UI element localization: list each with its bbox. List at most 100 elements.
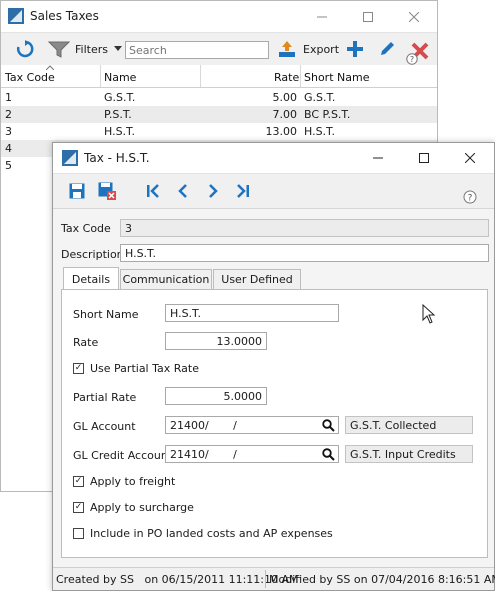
front-titlebar[interactable]: Tax - H.S.T. xyxy=(53,143,494,173)
export-icon-button[interactable] xyxy=(277,39,297,59)
tax-detail-window: Tax - H.S.T. ? Tax Code 3 Description H.… xyxy=(52,142,495,591)
back-window-title: Sales Taxes xyxy=(30,9,99,23)
chevron-left-icon xyxy=(178,184,187,198)
surcharge-label: Apply to surcharge xyxy=(90,501,194,514)
minimize-button[interactable] xyxy=(299,1,345,32)
export-icon xyxy=(279,41,295,57)
tab-communication[interactable]: Communication xyxy=(120,269,212,289)
save-close-icon xyxy=(98,182,116,200)
cell-tax-code: 4 xyxy=(5,142,12,155)
rate-label: Rate xyxy=(73,336,99,349)
tab-details[interactable]: Details xyxy=(63,267,119,290)
cell-rate: 13.00 xyxy=(265,125,298,138)
tax-code-field[interactable]: 3 xyxy=(120,219,489,237)
filters-label[interactable]: Filters xyxy=(75,43,108,56)
short-name-label: Short Name xyxy=(73,308,139,321)
landed-cost-label: Include in PO landed costs and AP expens… xyxy=(90,527,333,540)
tab-user-defined[interactable]: User Defined xyxy=(213,269,301,289)
back-titlebar[interactable]: Sales Taxes xyxy=(1,1,437,32)
help-icon[interactable]: ? xyxy=(463,190,477,204)
partial-rate-label: Partial Rate xyxy=(73,391,137,404)
column-header-short-name[interactable]: Short Name xyxy=(304,71,369,84)
short-name-field[interactable]: H.S.T. xyxy=(165,304,339,322)
front-toolbar: ? xyxy=(53,173,494,209)
first-record-button[interactable] xyxy=(143,181,163,201)
details-panel: Short Name H.S.T. Rate 13.0000 ✓ Use Par… xyxy=(61,289,488,558)
partial-rate-field[interactable]: 5.0000 xyxy=(165,387,267,405)
app-icon xyxy=(8,8,24,24)
front-window-title: Tax - H.S.T. xyxy=(84,151,150,165)
minimize-button[interactable] xyxy=(355,143,401,173)
save-disk-icon xyxy=(69,183,85,199)
add-button[interactable] xyxy=(345,39,365,59)
column-separator xyxy=(300,65,301,87)
help-icon[interactable]: ? xyxy=(406,53,418,65)
freight-label: Apply to freight xyxy=(90,475,176,488)
modified-info: Modified by SS on 07/04/2016 8:16:51 AM xyxy=(269,573,495,586)
cell-short-name: H.S.T. xyxy=(304,125,335,138)
filter-button[interactable] xyxy=(47,39,71,59)
cell-rate: 5.00 xyxy=(272,91,298,104)
description-label: Description xyxy=(61,248,124,261)
first-record-icon xyxy=(147,184,159,198)
tax-code-label: Tax Code xyxy=(61,222,111,235)
freight-checkbox[interactable]: ✓ xyxy=(73,476,84,487)
maximize-icon xyxy=(419,153,429,163)
maximize-icon xyxy=(363,11,373,22)
table-row[interactable]: 1 G.S.T. 5.00 G.S.T. xyxy=(1,89,437,106)
close-icon xyxy=(465,153,475,163)
save-button[interactable] xyxy=(67,181,87,201)
gl-account-description: G.S.T. Collected xyxy=(345,416,473,434)
table-row[interactable]: 3 H.S.T. 13.00 H.S.T. xyxy=(1,123,437,140)
svg-text:?: ? xyxy=(468,194,473,204)
cell-name: H.S.T. xyxy=(104,125,135,138)
mouse-cursor-icon xyxy=(422,304,436,324)
save-close-button[interactable] xyxy=(97,181,117,201)
table-row[interactable]: 2 P.S.T. 7.00 BC P.S.T. xyxy=(1,106,437,123)
maximize-button[interactable] xyxy=(401,143,447,173)
cell-tax-code: 5 xyxy=(5,159,12,172)
last-record-icon xyxy=(237,184,249,198)
surcharge-checkbox[interactable]: ✓ xyxy=(73,502,84,513)
status-separator xyxy=(265,570,266,588)
gl-account-field[interactable]: 21400/ / xyxy=(165,416,339,434)
app-icon xyxy=(62,150,78,166)
export-label[interactable]: Export xyxy=(303,43,339,56)
landed-cost-checkbox[interactable] xyxy=(73,528,84,539)
description-field[interactable]: H.S.T. xyxy=(120,244,489,262)
minimize-icon xyxy=(373,157,383,159)
search-icon[interactable] xyxy=(322,419,335,432)
cell-tax-code: 3 xyxy=(5,125,12,138)
status-bar: Created by SS on 06/15/2011 11:11:10 AM … xyxy=(53,567,495,590)
last-record-button[interactable] xyxy=(233,181,253,201)
edit-button[interactable] xyxy=(377,39,397,59)
column-header-name[interactable]: Name xyxy=(104,71,136,84)
close-button[interactable] xyxy=(391,1,437,32)
chevron-down-icon[interactable] xyxy=(114,46,122,52)
svg-text:?: ? xyxy=(410,55,414,64)
created-info: Created by SS on 06/15/2011 11:11:10 AM xyxy=(56,573,299,586)
cell-name: G.S.T. xyxy=(104,91,136,104)
cell-tax-code: 2 xyxy=(5,108,12,121)
grid-header: Tax Code Name Rate Short Name xyxy=(1,65,437,88)
maximize-button[interactable] xyxy=(345,1,391,32)
funnel-icon xyxy=(48,41,70,58)
close-button[interactable] xyxy=(447,143,493,173)
column-header-tax-code[interactable]: Tax Code xyxy=(5,71,55,84)
gl-credit-description: G.S.T. Input Credits xyxy=(345,445,473,463)
rate-field[interactable]: 13.0000 xyxy=(165,332,267,350)
refresh-button[interactable] xyxy=(15,39,35,59)
cell-tax-code: 1 xyxy=(5,91,12,104)
cell-name: P.S.T. xyxy=(104,108,132,121)
column-header-rate[interactable]: Rate xyxy=(274,71,299,84)
search-input[interactable] xyxy=(125,41,269,59)
search-icon[interactable] xyxy=(322,448,335,461)
use-partial-checkbox[interactable]: ✓ xyxy=(73,363,84,374)
previous-record-button[interactable] xyxy=(173,181,193,201)
cell-rate: 7.00 xyxy=(272,108,298,121)
next-record-button[interactable] xyxy=(203,181,223,201)
gl-credit-field[interactable]: 21410/ / xyxy=(165,445,339,463)
close-icon xyxy=(409,11,419,22)
column-separator xyxy=(200,65,201,87)
refresh-icon xyxy=(16,40,34,58)
